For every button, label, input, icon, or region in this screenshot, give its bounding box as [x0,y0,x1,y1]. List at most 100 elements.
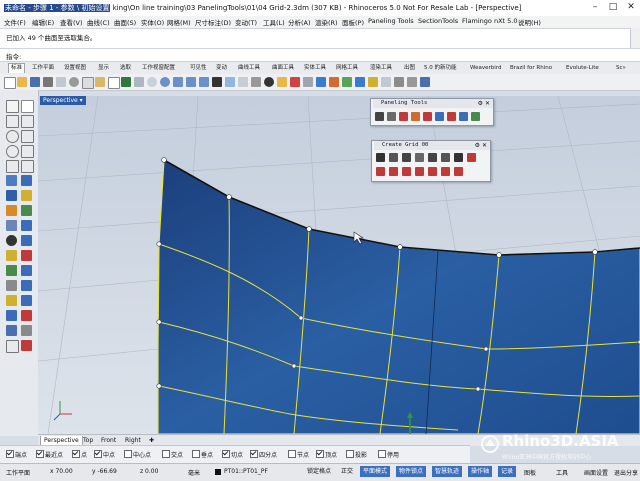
zoom-window-icon[interactable] [173,77,183,87]
polygon-icon[interactable] [6,160,19,173]
import-icon[interactable] [56,77,66,87]
status-tools-button[interactable]: 工具 [556,468,568,477]
pt-offset-icon[interactable] [447,112,456,121]
grid-tool-8-icon[interactable] [467,153,476,162]
ellipse-icon[interactable] [6,145,19,158]
menu-dimension[interactable]: 尺寸标注(D) [195,17,231,27]
circle-icon[interactable] [6,130,19,143]
toolbar-tab-transform[interactable]: 变动 [216,64,227,73]
toolbar-tab-visibility[interactable]: 可见性 [190,64,207,73]
menu-help[interactable]: 说明(H) [518,17,541,27]
paneling-tools-title[interactable]: Paneling Tools [373,99,493,108]
curve-icon[interactable] [21,115,34,128]
undo-icon[interactable] [121,77,131,87]
status-screen-settings-button[interactable]: 画面设置 [584,468,608,477]
mirror-icon[interactable] [21,280,32,291]
open-folder-icon[interactable] [17,77,27,87]
grid-tool-12-icon[interactable] [415,167,424,176]
panel-close-icon[interactable]: ⚙ ✕ [478,99,490,108]
material-icon[interactable] [342,77,352,87]
layer-icon[interactable] [290,77,300,87]
explode-icon[interactable] [21,310,32,321]
toolbar-tab-standard[interactable]: 标准 [8,63,26,73]
close-button[interactable]: ✕ [622,1,640,14]
add-viewport-tab-icon[interactable]: ✚ [146,436,157,445]
select-icon[interactable] [251,77,261,87]
gear-icon[interactable] [407,77,417,87]
document-icon[interactable] [108,77,120,89]
toolbar-tab-cplane[interactable]: 工作平面 [32,64,54,73]
cut-icon[interactable] [69,77,79,87]
array-icon[interactable] [6,280,17,291]
grid-tool-4-icon[interactable] [415,153,424,162]
render-icon[interactable] [329,77,339,87]
grid-tool-14-icon[interactable] [441,167,450,176]
hide-icon[interactable] [21,340,32,351]
maximize-button[interactable]: □ [604,1,622,14]
rotate-icon[interactable] [6,265,17,276]
viewport-tab-top[interactable]: Top [80,436,96,445]
toolbar-tab-display[interactable]: 显示 [98,64,109,73]
status-layer[interactable]: PT01::PT01_PF [224,468,268,475]
osnap-midpoint[interactable]: 中点 [94,450,115,459]
toolbar-tab-weaverbird[interactable]: Weaverbird [470,64,501,73]
viewport-tab-front[interactable]: Front [98,436,119,445]
surface-icon[interactable] [6,175,17,186]
menu-panel[interactable]: 面板(P) [342,17,364,27]
zoom-icon[interactable] [160,77,170,87]
osnap-intersection[interactable]: 交点 [162,450,183,459]
pt-shape-icon[interactable] [435,112,444,121]
shade-icon[interactable] [264,77,274,87]
bulb-icon[interactable] [368,77,378,87]
grid-tool-3-icon[interactable] [402,153,411,162]
osnap-quadrant[interactable]: 四分点 [250,450,277,459]
mesh-icon[interactable] [6,205,17,216]
menu-flamingo[interactable]: Flamingo nXt 5.0 [462,17,517,25]
osnap-perpendicular[interactable]: 垂点 [192,450,213,459]
options-icon[interactable] [355,77,365,87]
osnap-vertex[interactable]: 顶点 [316,450,337,459]
status-smarttrack-button[interactable]: 智慧轨迹 [432,466,463,477]
menu-render[interactable]: 渲染(R) [315,17,338,27]
pt-panel-icon[interactable] [399,112,408,121]
set-view-icon[interactable] [238,77,248,87]
menu-transform[interactable]: 变动(T) [235,17,257,27]
viewport-tab-right[interactable]: Right [122,436,144,445]
render-mesh-icon[interactable] [21,205,32,216]
properties-icon[interactable] [303,77,313,87]
status-record-button[interactable]: 记录 [498,466,517,477]
rotate-view-icon[interactable] [147,77,157,87]
command-prompt[interactable]: 指令: [0,48,640,62]
extrude-icon[interactable] [21,190,32,201]
split-icon[interactable] [21,295,32,306]
status-planar-button[interactable]: 平面模式 [360,466,391,477]
menu-paneling-tools[interactable]: Paneling Tools [368,17,414,25]
toolbar-tab-drafting[interactable]: 出图 [404,64,415,73]
loft-icon[interactable] [21,175,32,186]
toolbar-tab-curve-tools[interactable]: 曲线工具 [238,64,260,73]
pan-icon[interactable] [134,77,144,87]
box-icon[interactable] [6,190,17,201]
status-ortho-button[interactable]: 正交 [338,466,356,477]
menu-tools[interactable]: 工具(L) [263,17,285,27]
menu-mesh[interactable]: 网格(M) [167,17,191,27]
pt-pattern-icon[interactable] [411,112,420,121]
grid-tool-13-icon[interactable] [428,167,437,176]
create-grid-title[interactable]: Create Grid 00 [374,141,490,150]
status-gumball-button[interactable]: 操作轴 [468,466,493,477]
pt-grid-icon[interactable] [375,112,384,121]
osnap-near[interactable]: 最近点 [36,450,63,459]
help-icon[interactable] [420,77,430,87]
status-panel-button[interactable]: 图板 [524,468,536,477]
new-file-icon[interactable] [4,77,16,89]
freeform-icon[interactable] [21,160,34,173]
menu-file[interactable]: 文件(F) [4,17,26,27]
fillet-icon[interactable] [21,220,32,231]
toolbar-tab-brazil[interactable]: Brazil for Rhino [510,64,552,73]
pt-morph-icon[interactable] [423,112,432,121]
grid-tool-1-icon[interactable] [376,153,385,162]
join-icon[interactable] [6,310,17,321]
menu-solid[interactable]: 实体(O) [141,17,164,27]
grid-tool-15-icon[interactable] [454,167,463,176]
osnap-project[interactable]: 投影 [346,450,367,459]
